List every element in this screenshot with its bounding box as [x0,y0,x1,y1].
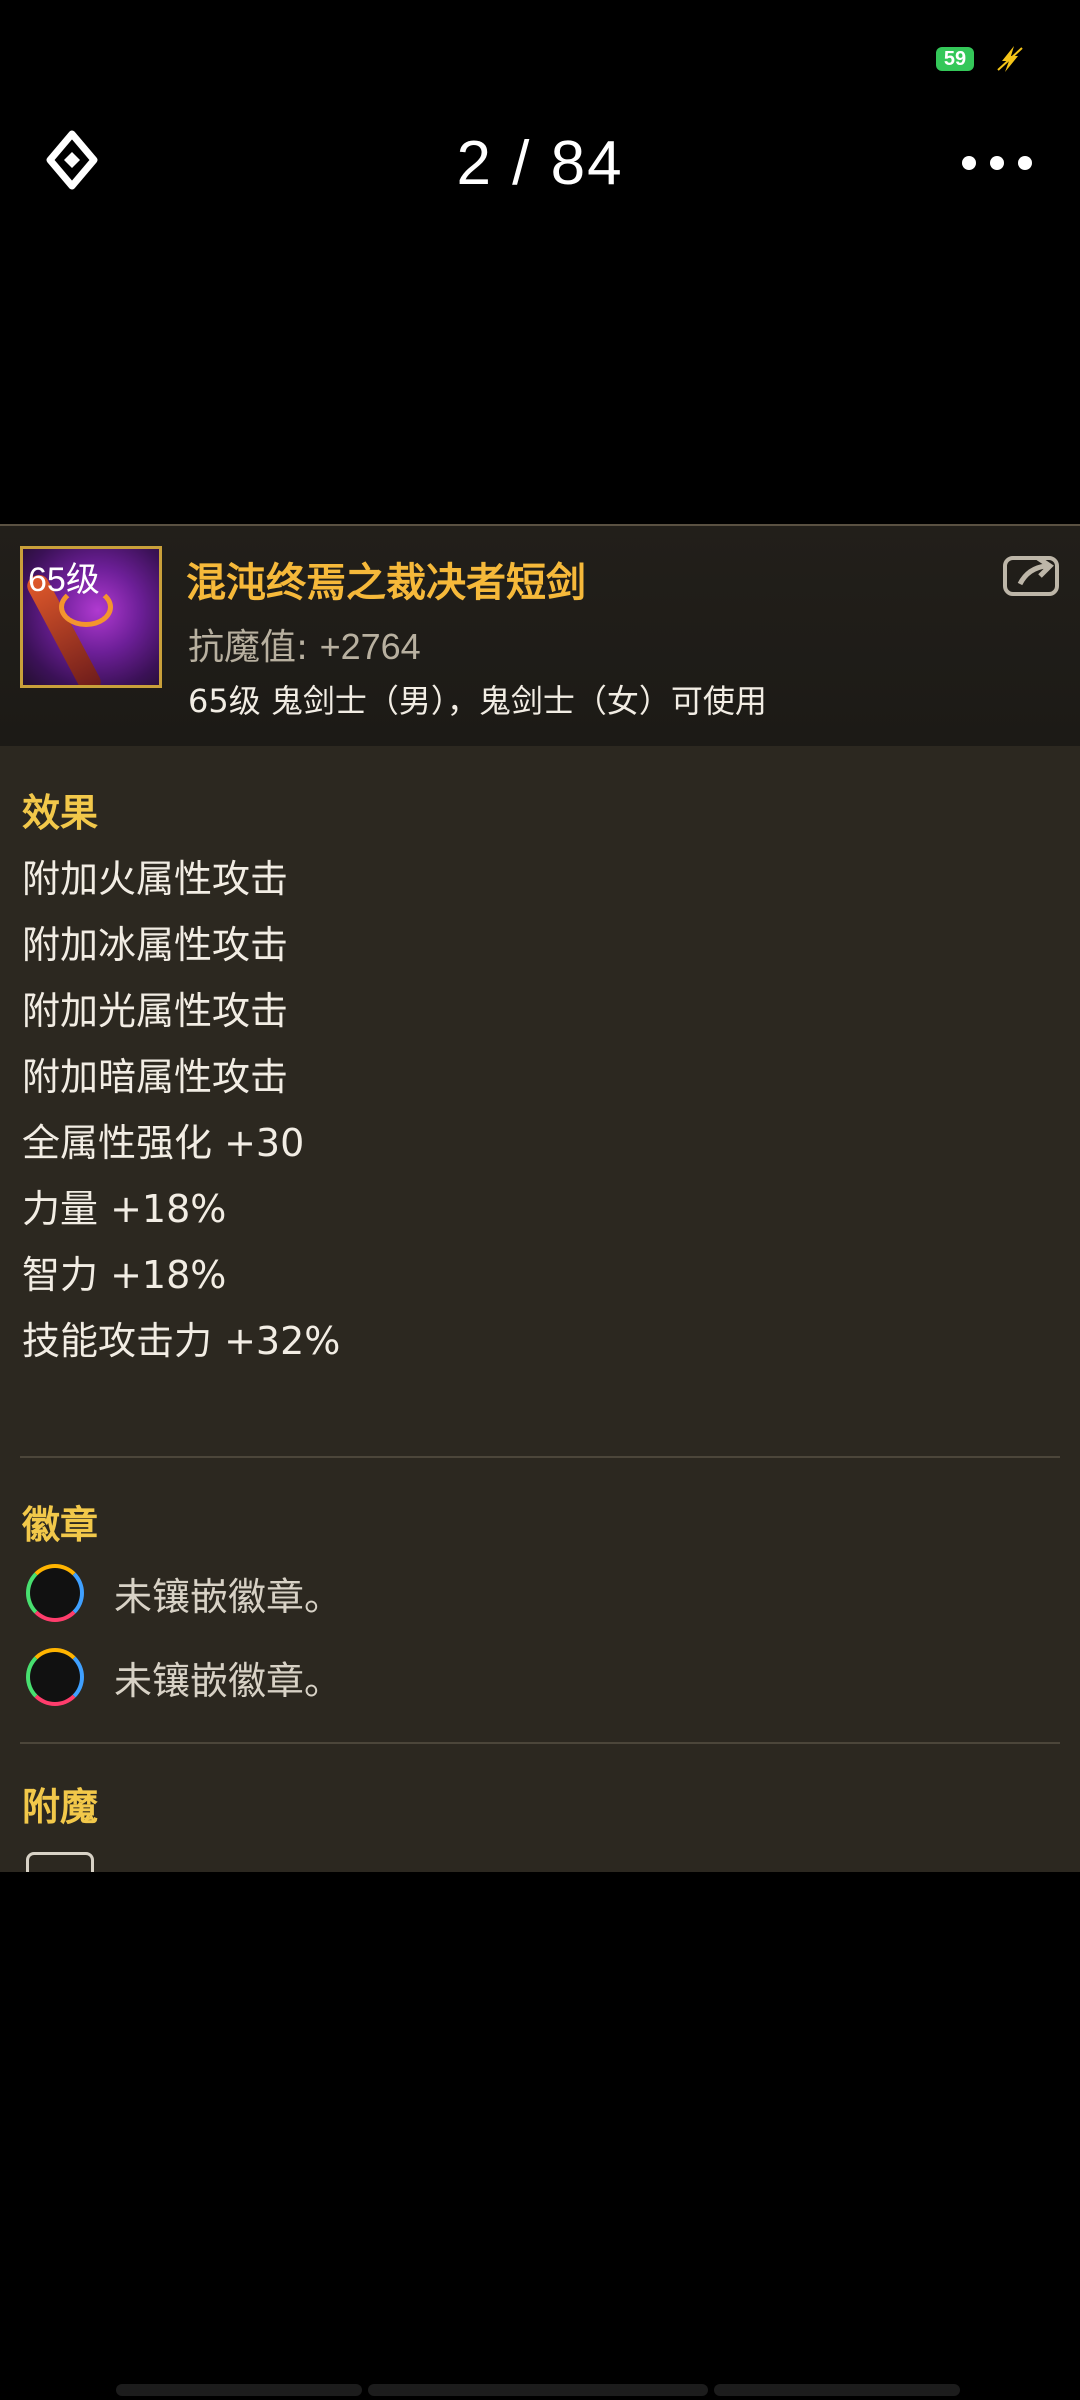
charging-icon [997,46,1023,72]
badge-slot-text: 未镶嵌徽章。 [114,1574,343,1619]
effect-line: 附加光属性攻击 [22,989,289,1033]
usage-requirement: 65级 鬼剑士（男），鬼剑士（女）可使用 [188,682,767,720]
dot [1018,156,1032,170]
indicator-segment [714,2384,960,2396]
effect-line: 附加暗属性攻击 [22,1055,289,1099]
enchant-title: 附魔 [22,1785,99,1829]
item-level-badge: 65级 [28,561,100,599]
home-indicator [116,2384,960,2396]
indicator-segment [116,2384,362,2396]
status-bar: 59 [936,44,1024,74]
divider [20,1456,1060,1458]
more-options-icon[interactable] [962,156,1032,170]
enchant-slot-icon [26,1852,94,1872]
stat-label: 抗魔值: [188,627,309,668]
effect-line: 智力 +18% [22,1253,227,1297]
empty-badge-slot-icon [26,1648,84,1706]
effect-line: 全属性强化 +30 [22,1121,305,1165]
indicator-segment [368,2384,708,2396]
stat-value: +2764 [319,626,421,667]
item-header: 65级 混沌终焉之裁决者短剑 抗魔值: +2764 65级 鬼剑士（男），鬼剑士… [0,526,1080,746]
battery-indicator: 59 [936,47,974,71]
effect-line: 附加火属性攻击 [22,857,289,901]
effect-line: 附加冰属性攻击 [22,923,289,967]
empty-badge-slot-icon [26,1564,84,1622]
item-name: 混沌终焉之裁决者短剑 [186,560,586,606]
anti-magic-stat: 抗魔值: +2764 [188,618,421,670]
effects-title: 效果 [22,791,99,835]
dot [962,156,976,170]
badge-slot[interactable]: 未镶嵌徽章。 [26,1564,342,1622]
effects-list: 附加火属性攻击 附加冰属性攻击 附加光属性攻击 附加暗属性攻击 全属性强化 +3… [22,846,340,1374]
page-counter: 2 / 84 [456,129,624,198]
effect-line: 技能攻击力 +32% [22,1319,341,1363]
effect-line: 力量 +18% [22,1187,227,1231]
divider [20,1742,1060,1744]
item-tooltip-card: 65级 混沌终焉之裁决者短剑 抗魔值: +2764 65级 鬼剑士（男），鬼剑士… [0,524,1080,1872]
badges-title: 徽章 [22,1503,99,1547]
badge-slot-text: 未镶嵌徽章。 [114,1658,343,1703]
viewer-top-bar: 59 2 / 84 [0,0,1080,240]
badge-slot[interactable]: 未镶嵌徽章。 [26,1648,342,1706]
dot [990,156,1004,170]
share-icon[interactable] [1002,550,1060,598]
